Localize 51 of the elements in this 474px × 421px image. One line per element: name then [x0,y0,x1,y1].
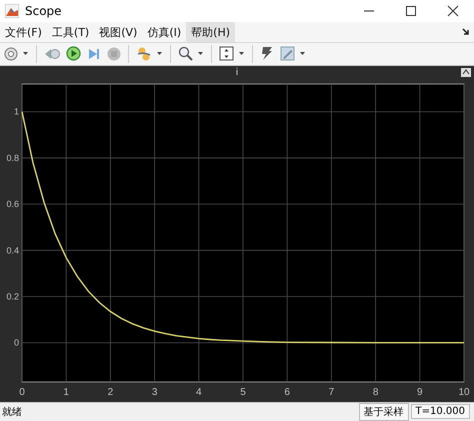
signal-icon [136,46,152,62]
menu-item[interactable]: 仿真(I) [142,22,186,42]
caret-icon[interactable] [198,52,203,56]
menu-item[interactable]: 帮助(H) [186,22,236,42]
pencil-icon [280,46,295,62]
x-tick-label: 5 [240,386,246,398]
caret-icon[interactable] [239,52,244,56]
x-tick-label: 8 [372,386,378,398]
style-icon [260,46,274,62]
step-back-icon [44,46,60,61]
y-tick-label: 1 [14,106,19,117]
settings-button[interactable] [2,46,20,62]
y-tick-label: 0.8 [6,152,19,163]
x-tick-label: 7 [328,386,334,398]
x-tick-label: 2 [108,386,114,398]
scale-axes-icon [219,46,234,62]
x-tick-label: 10 [458,386,470,398]
caret-icon[interactable] [157,52,162,56]
y-tick-label: 0 [14,338,19,348]
close-icon [447,5,459,17]
zoom-icon [178,46,193,62]
step-forward-icon [87,46,101,61]
x-tick-label: 6 [284,386,290,398]
fit-button[interactable] [217,45,236,62]
y-tick-label: 0.2 [6,291,19,302]
zoom-button[interactable] [176,45,195,62]
maximize-icon [405,5,417,17]
status-section: T=10.000 [410,404,470,420]
x-tick-label: 4 [196,386,202,398]
menu-item[interactable]: 工具(T) [46,22,94,42]
dock-arrow-icon[interactable] [462,28,470,36]
y-tick-label: 0.6 [6,198,19,209]
x-tick-label: 1 [63,386,69,398]
undock-icon[interactable] [461,68,471,77]
menu-item[interactable]: 文件(F) [0,22,47,42]
settings-icon [4,46,18,61]
caret-icon[interactable] [300,52,305,56]
status-section: 基于采样 [358,402,409,421]
play-icon [66,46,81,62]
caret-icon[interactable] [23,52,28,56]
plot-title: i [236,67,238,78]
x-tick-label: 3 [152,386,158,398]
x-tick-label: 9 [417,386,423,398]
stop-icon [107,46,121,61]
y-tick-label: 0.4 [6,245,19,256]
run-button[interactable] [64,45,83,62]
menu-item[interactable]: 视图(V) [94,22,142,42]
x-tick-label: 0 [19,386,25,398]
window-title: Scope [25,4,62,18]
status-text: 就绪 [1,406,22,419]
app-icon [5,4,19,18]
